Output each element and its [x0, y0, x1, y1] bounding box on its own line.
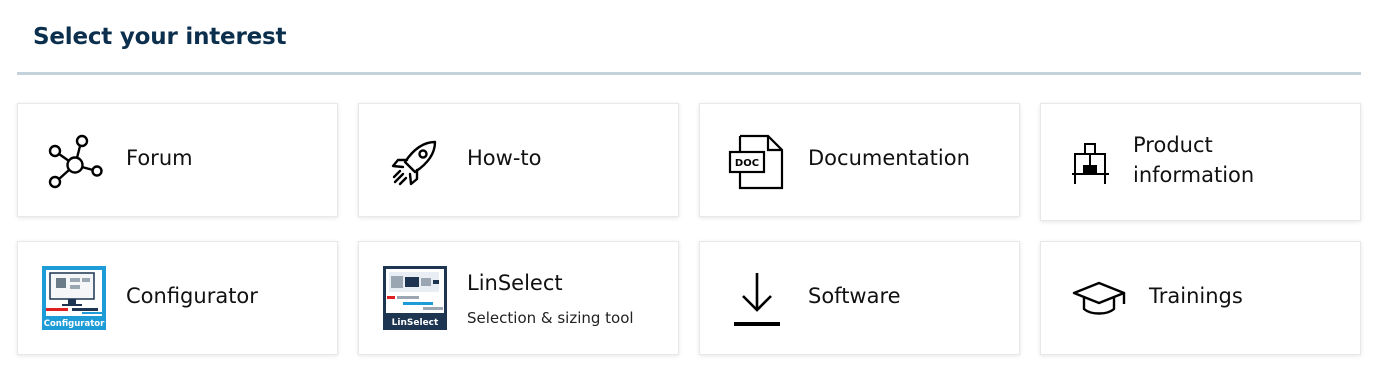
download-icon: [734, 273, 780, 326]
configurator-thumbnail-text: Configurator: [43, 319, 105, 329]
doc-file-icon-text: DOC: [735, 158, 759, 169]
card-label: How-to: [467, 146, 542, 170]
card-label: Trainings: [1149, 284, 1243, 308]
card-label-line1: Product: [1133, 133, 1213, 157]
card-documentation[interactable]: DOC Documentation: [699, 103, 1020, 217]
network-nodes-icon: [48, 134, 103, 189]
section-divider: [17, 72, 1361, 75]
linselect-thumbnail-text: LinSelect: [391, 318, 439, 328]
rocket-icon: [391, 140, 437, 186]
card-label: Configurator: [126, 284, 258, 308]
doc-file-icon: DOC: [728, 134, 784, 190]
card-configurator[interactable]: Configurator Configurator: [17, 241, 338, 355]
card-linselect[interactable]: LinSelect LinSelect Selection & sizing t…: [358, 241, 679, 355]
card-label: LinSelect: [467, 271, 563, 295]
linselect-thumbnail: LinSelect: [383, 266, 447, 330]
card-trainings[interactable]: Trainings: [1040, 241, 1361, 355]
card-label: Forum: [126, 146, 193, 170]
card-label-line2: information: [1133, 163, 1255, 187]
card-forum[interactable]: Forum: [17, 103, 338, 217]
card-label: Software: [808, 284, 901, 308]
graduation-cap-icon: [1072, 281, 1126, 315]
machine-icon: [1072, 143, 1109, 184]
card-label: Documentation: [808, 146, 970, 170]
configurator-thumbnail: Configurator: [42, 266, 106, 330]
card-sublabel: Selection & sizing tool: [467, 309, 634, 327]
card-software[interactable]: Software: [699, 241, 1020, 355]
card-product-information[interactable]: Product information: [1040, 103, 1361, 221]
card-how-to[interactable]: How-to: [358, 103, 679, 217]
section-title: Select your interest: [33, 24, 287, 50]
